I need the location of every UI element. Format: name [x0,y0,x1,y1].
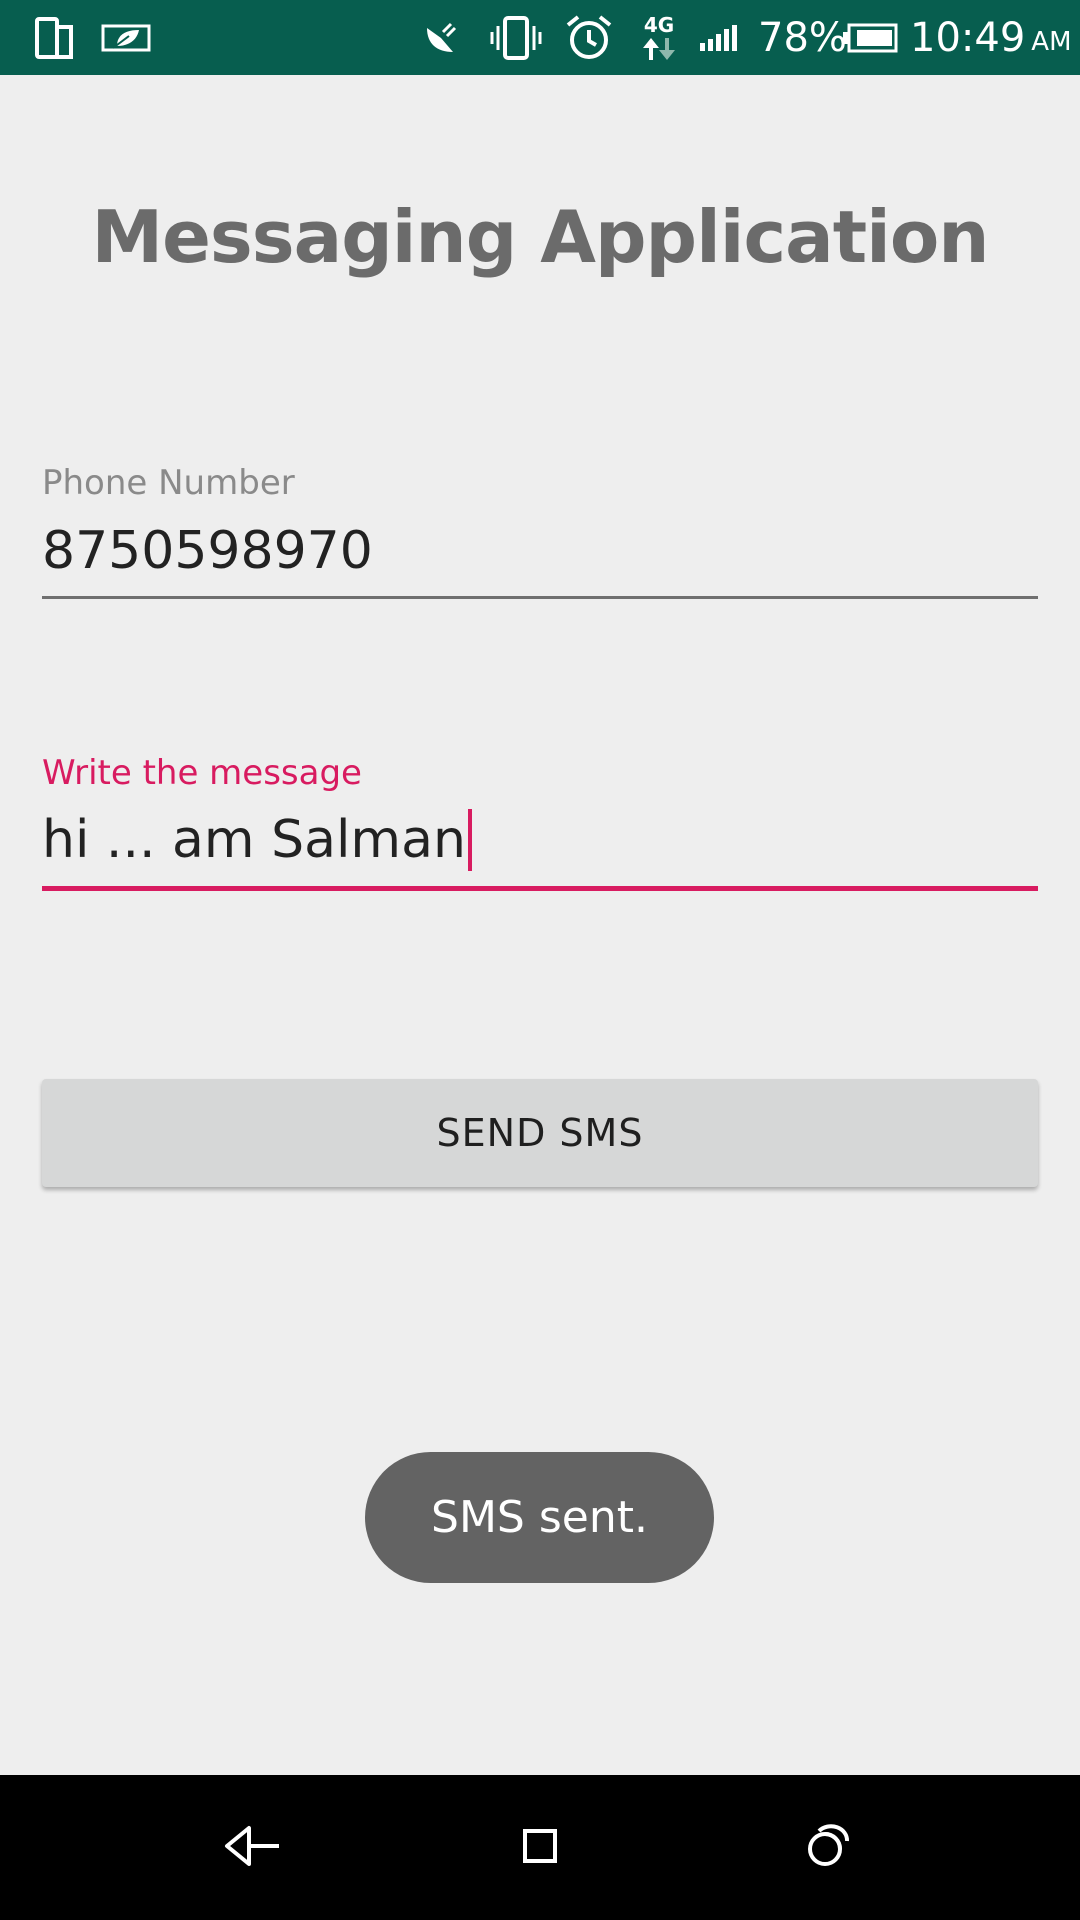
clock-ampm: AM [1031,26,1072,57]
message-input[interactable]: hi ... am Salman [42,797,472,883]
alarm-icon [563,0,615,75]
main-content: Messaging Application Phone Number 87505… [0,75,1080,1775]
text-cursor [467,809,472,871]
network-type-text: 4G [643,12,675,37]
recents-icon [805,1823,851,1873]
signal-icon [697,0,743,75]
phone-number-field[interactable]: Phone Number 8750598970 [42,463,1038,588]
battery-icon [841,0,899,75]
battery-percent: 78% [758,14,847,61]
back-button[interactable] [192,1775,312,1920]
message-field[interactable]: Write the message hi ... am Salman [42,753,1038,883]
home-button[interactable] [480,1775,600,1920]
phone-number-underline [42,596,1038,599]
vibrate-icon [490,0,542,75]
satellite-dish-icon [416,0,466,75]
page-title: Messaging Application [91,195,989,279]
navigation-bar [0,1775,1080,1920]
toast-message: SMS sent. [365,1452,714,1583]
send-sms-button[interactable]: SEND SMS [42,1079,1038,1187]
device-icon [32,0,76,75]
status-bar: 4G 78% 10:49 AM [0,0,1080,75]
battery-saver-icon [98,0,154,75]
message-input-text: hi ... am Salman [42,810,466,870]
phone-number-label: Phone Number [42,463,295,503]
clock-time: 10:49 [910,14,1026,61]
phone-number-input[interactable]: 8750598970 [42,515,373,587]
recents-button[interactable] [768,1775,888,1920]
home-icon [522,1828,558,1868]
network-4g-icon: 4G [636,0,682,75]
back-icon [223,1824,281,1872]
clock: 10:49 AM [910,0,1072,75]
message-underline [42,886,1038,891]
message-label: Write the message [42,753,362,793]
